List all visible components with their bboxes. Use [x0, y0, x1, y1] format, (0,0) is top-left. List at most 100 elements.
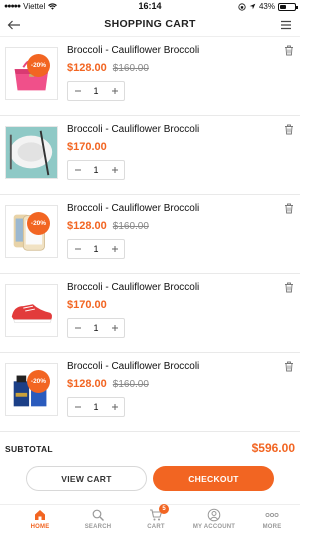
- tab-more[interactable]: MORE: [242, 505, 302, 535]
- discount-badge: -20%: [27, 54, 50, 77]
- remove-item-button[interactable]: [282, 359, 296, 373]
- home-icon: [33, 508, 47, 522]
- product-price: $128.00: [67, 378, 107, 390]
- battery-icon: [278, 2, 298, 11]
- discount-badge: -20%: [27, 370, 50, 393]
- quantity-stepper: 1: [67, 160, 125, 180]
- price-row: $170.00: [67, 141, 107, 153]
- minus-icon: [74, 169, 81, 171]
- remove-item-button[interactable]: [282, 43, 296, 57]
- quantity-value[interactable]: 1: [87, 244, 105, 254]
- tab-label: MORE: [262, 524, 282, 530]
- status-bar: ●●●●● Viettel 16:14 43%: [0, 0, 300, 13]
- cart-item: Broccoli - Cauliflower Broccoli $170.00 1: [0, 116, 300, 195]
- cart-item: -20% Broccoli - Cauliflower Broccoli $128.…: [0, 195, 300, 274]
- arrow-left-icon: [7, 20, 20, 30]
- product-price: $170.00: [67, 299, 107, 311]
- product-name[interactable]: Broccoli - Cauliflower Broccoli: [67, 361, 199, 372]
- location-icon: [249, 3, 256, 10]
- increase-quantity-button[interactable]: [105, 319, 124, 337]
- back-button[interactable]: [4, 15, 24, 35]
- quantity-stepper: 1: [67, 397, 125, 417]
- tab-label: CART: [147, 524, 165, 530]
- product-old-price: $160.00: [112, 63, 149, 74]
- plus-icon: [111, 246, 118, 252]
- minus-icon: [74, 248, 81, 250]
- more-icon: [265, 508, 279, 522]
- subtotal-row: SUBTOTAL $596.00: [0, 438, 300, 460]
- minus-icon: [74, 327, 81, 329]
- cart-count-badge: 5: [159, 504, 169, 514]
- price-row: $128.00 $160.00: [67, 378, 149, 390]
- menu-button[interactable]: [276, 15, 296, 35]
- remove-item-button[interactable]: [282, 122, 296, 136]
- account-icon: [207, 508, 221, 522]
- plus-icon: [111, 404, 118, 410]
- decrease-quantity-button[interactable]: [68, 240, 87, 258]
- subtotal-value: $596.00: [251, 441, 295, 455]
- increase-quantity-button[interactable]: [105, 240, 124, 258]
- quantity-value[interactable]: 1: [87, 165, 105, 175]
- battery-fill: [280, 4, 287, 9]
- product-image-plate[interactable]: [5, 126, 58, 179]
- hamburger-menu-icon: [281, 20, 291, 30]
- plus-icon: [111, 167, 118, 173]
- increase-quantity-button[interactable]: [105, 82, 124, 100]
- plus-icon: [111, 325, 118, 331]
- tab-search[interactable]: SEARCH: [68, 505, 128, 535]
- product-old-price: $160.00: [112, 221, 149, 232]
- product-price: $170.00: [67, 141, 107, 153]
- remove-item-button[interactable]: [282, 201, 296, 215]
- quantity-value[interactable]: 1: [87, 323, 105, 333]
- price-row: $128.00 $160.00: [67, 62, 149, 74]
- quantity-value[interactable]: 1: [87, 86, 105, 96]
- trash-icon: [285, 282, 293, 292]
- increase-quantity-button[interactable]: [105, 161, 124, 179]
- quantity-stepper: 1: [67, 318, 125, 338]
- cart-item: Broccoli - Cauliflower Broccoli $170.00 1: [0, 274, 300, 353]
- increase-quantity-button[interactable]: [105, 398, 124, 416]
- bottom-tab-bar: HOME SEARCH 5 CART MY ACCOUNT MORE: [0, 504, 300, 535]
- discount-badge: -20%: [27, 212, 50, 235]
- page-title: SHOPPING CART: [104, 18, 196, 30]
- trash-icon: [285, 203, 293, 213]
- quantity-stepper: 1: [67, 81, 125, 101]
- tab-label: MY ACCOUNT: [192, 524, 236, 530]
- decrease-quantity-button[interactable]: [68, 82, 87, 100]
- trash-icon: [285, 361, 293, 371]
- plus-icon: [111, 88, 118, 94]
- tab-home[interactable]: HOME: [10, 505, 70, 535]
- product-name[interactable]: Broccoli - Cauliflower Broccoli: [67, 124, 199, 135]
- price-row: $128.00 $160.00: [67, 220, 149, 232]
- product-name[interactable]: Broccoli - Cauliflower Broccoli: [67, 45, 199, 56]
- product-price: $128.00: [67, 62, 107, 74]
- remove-item-button[interactable]: [282, 280, 296, 294]
- product-image-sneaker[interactable]: [5, 284, 58, 337]
- trash-icon: [285, 124, 293, 134]
- orientation-lock-icon: [238, 2, 246, 11]
- quantity-value[interactable]: 1: [87, 402, 105, 412]
- product-price: $128.00: [67, 220, 107, 232]
- cart-item: -20% Broccoli - Cauliflower Broccoli $128.…: [0, 37, 300, 116]
- battery-percent: 43%: [258, 2, 275, 11]
- decrease-quantity-button[interactable]: [68, 398, 87, 416]
- app-header: SHOPPING CART: [0, 13, 300, 37]
- tab-cart[interactable]: 5 CART: [126, 504, 186, 535]
- decrease-quantity-button[interactable]: [68, 319, 87, 337]
- tab-label: SEARCH: [84, 524, 112, 530]
- minus-icon: [74, 406, 81, 408]
- product-name[interactable]: Broccoli - Cauliflower Broccoli: [67, 203, 199, 214]
- view-cart-button[interactable]: VIEW CART: [26, 466, 147, 491]
- search-icon: [91, 508, 105, 522]
- cart-item: -20% Broccoli - Cauliflower Broccoli $128.…: [0, 353, 300, 432]
- checkout-button[interactable]: CHECKOUT: [153, 466, 274, 491]
- subtotal-label: SUBTOTAL: [5, 444, 53, 454]
- quantity-stepper: 1: [67, 239, 125, 259]
- product-name[interactable]: Broccoli - Cauliflower Broccoli: [67, 282, 199, 293]
- tab-my-account[interactable]: MY ACCOUNT: [184, 505, 244, 535]
- decrease-quantity-button[interactable]: [68, 161, 87, 179]
- trash-icon: [285, 45, 293, 55]
- status-right: 43%: [238, 2, 298, 11]
- cart-icon: 5: [149, 504, 169, 522]
- price-row: $170.00: [67, 299, 107, 311]
